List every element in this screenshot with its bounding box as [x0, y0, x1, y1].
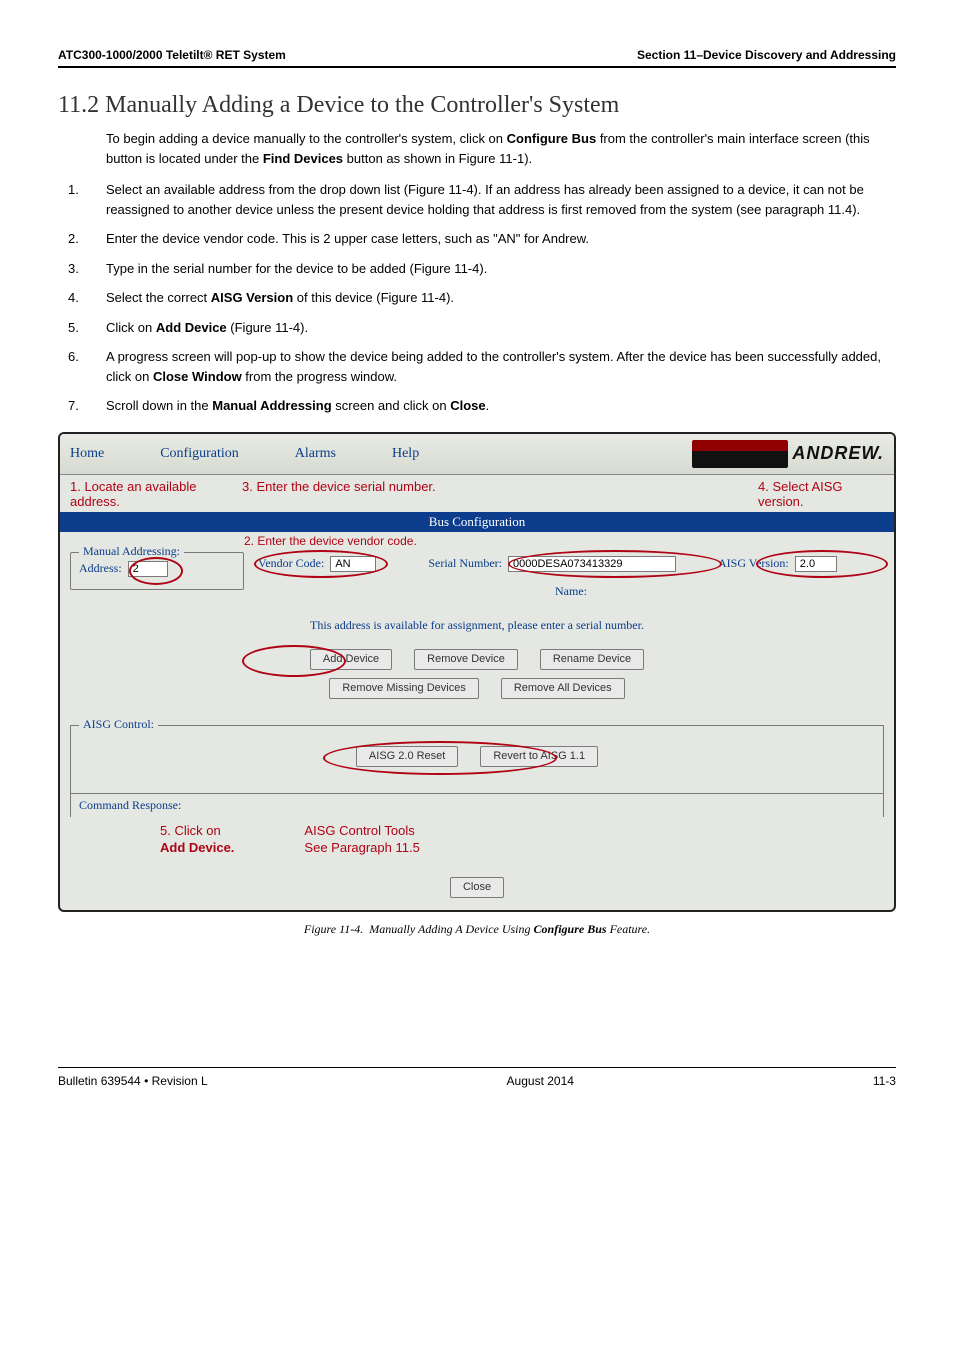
menu-alarms[interactable]: Alarms — [295, 446, 336, 462]
step-7: Scroll down in the Manual Addressing scr… — [58, 396, 896, 416]
footer-left: Bulletin 639544 • Revision L — [58, 1074, 208, 1088]
serial-number-input[interactable] — [508, 556, 676, 572]
vendor-code-label: Vendor Code: — [258, 556, 324, 571]
annotation-3: 3. Enter the device serial number. — [236, 479, 758, 510]
close-button[interactable]: Close — [450, 877, 504, 898]
manual-addressing-legend: Manual Addressing: — [79, 544, 184, 559]
menu-configuration[interactable]: Configuration — [160, 446, 239, 462]
address-select[interactable] — [128, 561, 168, 577]
step-2: Enter the device vendor code. This is 2 … — [58, 229, 896, 249]
name-label: Name: — [555, 584, 587, 598]
rename-device-button[interactable]: Rename Device — [540, 649, 644, 670]
step-5: Click on Add Device (Figure 11-4). — [58, 318, 896, 338]
menu-home[interactable]: Home — [70, 446, 104, 462]
bus-config-bar: Bus Configuration — [60, 512, 894, 532]
header-right: Section 11–Device Discovery and Addressi… — [637, 48, 896, 62]
remove-device-button[interactable]: Remove Device — [414, 649, 518, 670]
remove-missing-devices-button[interactable]: Remove Missing Devices — [329, 678, 478, 699]
annotation-tools: AISG Control Tools See Paragraph 11.5 — [304, 823, 419, 857]
footer-right: 11-3 — [873, 1074, 896, 1088]
intro-paragraph: To begin adding a device manually to the… — [106, 129, 896, 168]
logo-text: ANDREW. — [792, 443, 884, 464]
address-label: Address: — [79, 561, 122, 576]
step-6: A progress screen will pop-up to show th… — [58, 347, 896, 386]
command-response-label: Command Response: — [70, 793, 884, 817]
aisg-control-legend: AISG Control: — [79, 717, 158, 732]
step-4: Select the correct AISG Version of this … — [58, 288, 896, 308]
section-title: 11.2 Manually Adding a Device to the Con… — [58, 92, 896, 119]
brand-logo: ANDREW. — [692, 440, 884, 468]
revert-aisg-button[interactable]: Revert to AISG 1.1 — [480, 746, 598, 767]
app-window: Home Configuration Alarms Help ANDREW. 1… — [58, 432, 896, 913]
menu-help[interactable]: Help — [392, 446, 419, 462]
remove-all-devices-button[interactable]: Remove All Devices — [501, 678, 625, 699]
step-1: Select an available address from the dro… — [58, 180, 896, 219]
annotation-2: 2. Enter the device vendor code. — [244, 534, 894, 548]
step-3: Type in the serial number for the device… — [58, 259, 896, 279]
add-device-button[interactable]: Add Device — [310, 649, 392, 670]
aisg-version-select[interactable] — [795, 556, 837, 572]
annotation-5: 5. Click on Add Device. — [160, 823, 234, 857]
footer-center: August 2014 — [507, 1074, 574, 1088]
serial-number-label: Serial Number: — [428, 556, 502, 571]
logo-icon — [692, 440, 788, 468]
aisg-reset-button[interactable]: AISG 2.0 Reset — [356, 746, 458, 767]
aisg-version-label: AISG Version: — [718, 556, 789, 571]
annotation-1: 1. Locate an available address. — [70, 479, 236, 510]
availability-message: This address is available for assignment… — [60, 618, 894, 633]
header-left: ATC300-1000/2000 Teletilt® RET System — [58, 48, 286, 62]
vendor-code-select[interactable] — [330, 556, 376, 572]
annotation-4: 4. Select AISG version. — [758, 479, 884, 510]
figure-caption: Figure 11-4. Manually Adding A Device Us… — [58, 922, 896, 937]
